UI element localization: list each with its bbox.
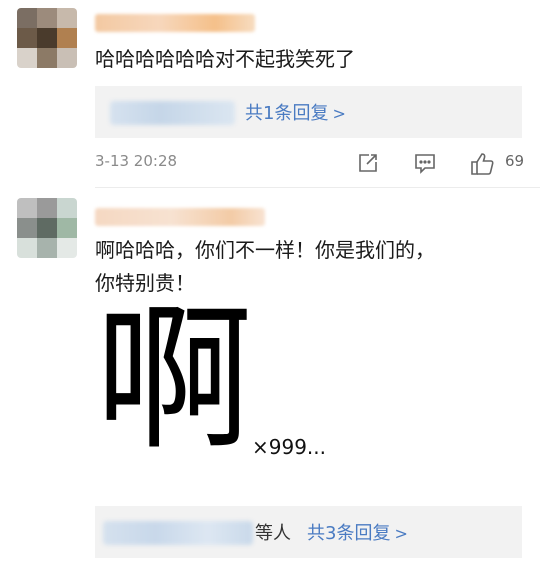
comment-text-line-1: 啊哈哈哈，你们不一样！你是我们的， bbox=[95, 238, 435, 262]
divider bbox=[95, 187, 540, 188]
reply-preview[interactable]: 等人 共3条回复 > bbox=[95, 506, 522, 558]
reply-others-label: 等人 bbox=[255, 523, 291, 544]
view-replies-link[interactable]: 共3条回复 > bbox=[307, 519, 408, 545]
username-redacted[interactable] bbox=[95, 14, 255, 32]
comment-item: 哈哈哈哈哈哈对不起我笑死了 共1条回复 > 3-13 20:28 69 bbox=[0, 0, 540, 190]
comment-item: 啊哈哈哈，你们不一样！你是我们的， 你特别贵！ 啊 ×999... 等人 共3条… bbox=[0, 190, 540, 573]
chevron-right-icon: > bbox=[332, 104, 346, 123]
like-count: 69 bbox=[505, 152, 525, 170]
view-replies-link[interactable]: 共1条回复 > bbox=[245, 99, 346, 125]
comment-icon[interactable] bbox=[413, 152, 437, 178]
reply-preview[interactable]: 共1条回复 > bbox=[95, 86, 522, 138]
timestamp: 3-13 20:28 bbox=[95, 152, 178, 170]
username-redacted[interactable] bbox=[95, 208, 265, 226]
multiplier-text: ×999... bbox=[252, 435, 327, 459]
comment-meta: 3-13 20:28 69 bbox=[95, 152, 525, 176]
comment-text: 哈哈哈哈哈哈对不起我笑死了 bbox=[95, 47, 355, 71]
large-character: 啊 bbox=[95, 288, 253, 472]
avatar[interactable] bbox=[17, 198, 77, 258]
chevron-right-icon: > bbox=[394, 524, 408, 543]
reply-user-redacted bbox=[110, 101, 235, 125]
like-icon[interactable] bbox=[469, 152, 495, 180]
avatar[interactable] bbox=[17, 8, 77, 68]
reply-count-label: 共1条回复 bbox=[245, 103, 329, 124]
share-icon[interactable] bbox=[357, 152, 379, 178]
reply-count-label: 共3条回复 bbox=[307, 523, 391, 544]
reply-user-redacted bbox=[103, 521, 253, 545]
